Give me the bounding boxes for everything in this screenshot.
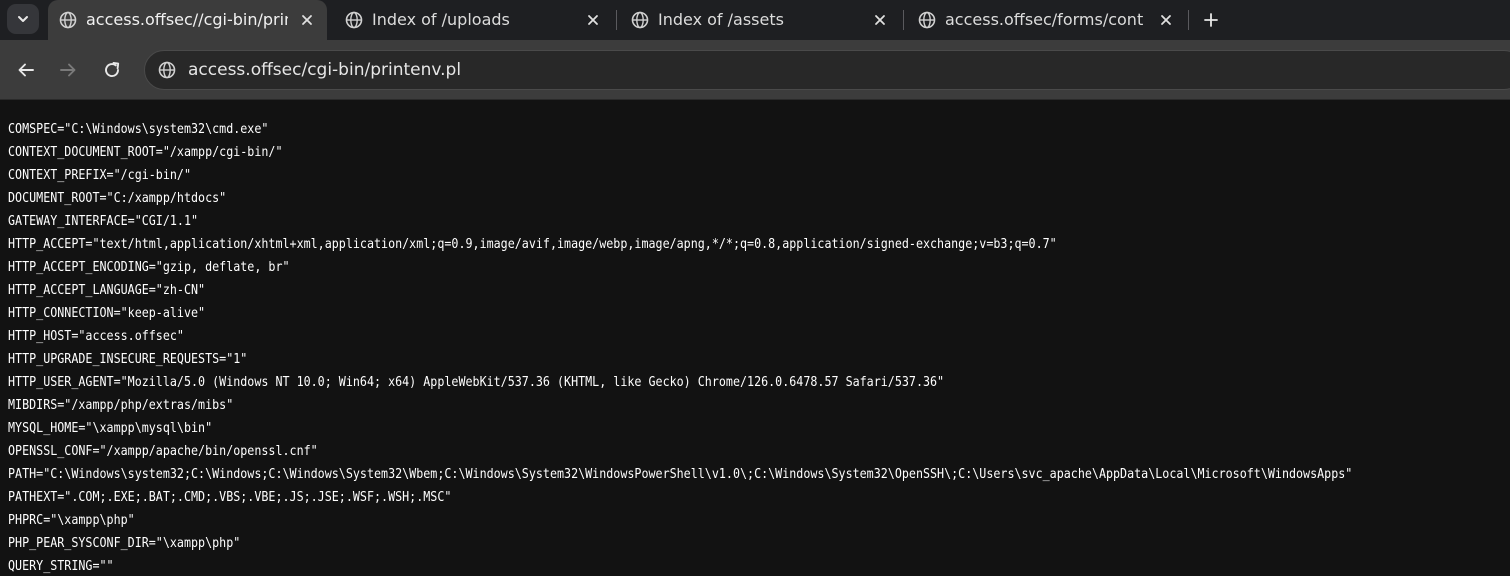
toolbar: access.offsec/cgi-bin/printenv.pl [0, 40, 1510, 100]
env-line: CONTEXT_DOCUMENT_ROOT="/xampp/cgi-bin/" [8, 144, 283, 160]
address-bar[interactable]: access.offsec/cgi-bin/printenv.pl [144, 50, 1510, 90]
tab-contact[interactable]: access.offsec/forms/contact.php [907, 0, 1187, 40]
env-line: PATHEXT=".COM;.EXE;.BAT;.CMD;.VBS;.VBE;.… [8, 489, 452, 505]
close-icon[interactable] [1155, 9, 1177, 31]
reload-button[interactable] [98, 56, 126, 84]
env-line: COMSPEC="C:\Windows\system32\cmd.exe" [8, 121, 269, 137]
env-line: PHP_PEAR_SYSCONF_DIR="\xampp\php" [8, 535, 241, 551]
close-icon[interactable] [582, 9, 604, 31]
forward-arrow-icon [60, 63, 76, 77]
env-line: HTTP_ACCEPT_LANGUAGE="zh-CN" [8, 282, 206, 298]
chevron-down-icon [18, 16, 28, 22]
forward-button[interactable] [54, 56, 82, 84]
tab-separator [903, 10, 904, 30]
globe-icon [630, 10, 650, 30]
env-line: QUERY_STRING="" [8, 558, 114, 574]
env-line: PHPRC="\xampp\php" [8, 512, 135, 528]
env-line: MYSQL_HOME="\xampp\mysql\bin" [8, 420, 213, 436]
env-line: HTTP_HOST="access.offsec" [8, 328, 184, 344]
back-arrow-icon [18, 63, 34, 77]
env-line: GATEWAY_INTERFACE="CGI/1.1" [8, 213, 199, 229]
env-line: HTTP_CONNECTION="keep-alive" [8, 305, 206, 321]
env-line: HTTP_ACCEPT_ENCODING="gzip, deflate, br" [8, 259, 290, 275]
new-tab-button[interactable] [1198, 7, 1224, 33]
page-content: COMSPEC="C:\Windows\system32\cmd.exe" CON… [0, 101, 1510, 576]
env-line: HTTP_ACCEPT="text/html,application/xhtml… [8, 236, 1057, 252]
reload-icon [105, 62, 120, 77]
tab-title: Index of /assets [658, 10, 784, 29]
close-icon[interactable] [869, 9, 891, 31]
tab-title: access.offsec/forms/contact.php [945, 10, 1143, 29]
env-line: OPENSSL_CONF="/xampp/apache/bin/openssl.… [8, 443, 318, 459]
tab-strip: access.offsec//cgi-bin/printenv.pl Index… [0, 0, 1510, 40]
env-line: HTTP_UPGRADE_INSECURE_REQUESTS="1" [8, 351, 248, 367]
env-line: DOCUMENT_ROOT="C:/xampp/htdocs" [8, 190, 227, 206]
tab-search-button[interactable] [7, 4, 39, 34]
globe-icon [917, 10, 937, 30]
env-variable-list: COMSPEC="C:\Windows\system32\cmd.exe" CON… [8, 118, 1510, 576]
globe-icon [344, 10, 364, 30]
tab-separator [1188, 10, 1189, 30]
env-line: HTTP_USER_AGENT="Mozilla/5.0 (Windows NT… [8, 374, 945, 390]
tab-title: Index of /uploads [372, 10, 510, 29]
tab-title: access.offsec//cgi-bin/printenv.pl [86, 10, 288, 29]
tab-printenv[interactable]: access.offsec//cgi-bin/printenv.pl [48, 0, 327, 40]
address-url[interactable]: access.offsec/cgi-bin/printenv.pl [188, 59, 461, 81]
globe-icon [58, 10, 78, 30]
close-icon[interactable] [296, 9, 318, 31]
plus-icon [1204, 13, 1218, 27]
env-line: MIBDIRS="/xampp/php/extras/mibs" [8, 397, 234, 413]
env-line: PATH="C:\Windows\system32;C:\Windows;C:\… [8, 466, 1353, 482]
back-button[interactable] [12, 56, 40, 84]
tab-assets[interactable]: Index of /assets [620, 0, 900, 40]
browser-window: access.offsec//cgi-bin/printenv.pl Index… [0, 0, 1510, 576]
env-line: CONTEXT_PREFIX="/cgi-bin/" [8, 167, 192, 183]
site-info-icon[interactable] [157, 60, 177, 80]
tab-separator [616, 10, 617, 30]
tab-uploads[interactable]: Index of /uploads [334, 0, 614, 40]
